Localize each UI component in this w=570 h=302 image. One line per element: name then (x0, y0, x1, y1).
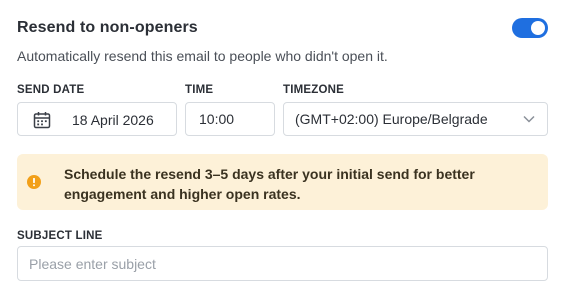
time-field[interactable]: 10:00 (185, 102, 275, 136)
timezone-select[interactable]: (GMT+02:00) Europe/Belgrade (283, 102, 548, 136)
section-title: Resend to non-openers (17, 19, 198, 36)
toggle-knob (531, 21, 545, 35)
chevron-down-icon (523, 115, 535, 123)
timezone-value: (GMT+02:00) Europe/Belgrade (295, 111, 488, 127)
time-label: TIME (185, 84, 214, 96)
send-date-label: SEND DATE (17, 84, 85, 96)
warning-icon (27, 175, 41, 189)
notice-text: Schedule the resend 3–5 days after your … (64, 166, 475, 202)
timezone-label: TIMEZONE (283, 84, 345, 96)
subject-input[interactable] (17, 246, 548, 281)
resend-toggle[interactable] (512, 18, 548, 38)
section-description: Automatically resend this email to peopl… (17, 48, 388, 64)
subject-line-label: SUBJECT LINE (17, 230, 103, 242)
time-value: 10:00 (199, 111, 235, 127)
resend-tip-notice: Schedule the resend 3–5 days after your … (17, 154, 548, 210)
send-date-picker[interactable]: 18 April 2026 (17, 102, 177, 136)
resend-settings-panel: Resend to non-openers Automatically rese… (0, 0, 570, 302)
send-date-value: 18 April 2026 (72, 112, 154, 128)
calendar-icon (33, 112, 51, 129)
